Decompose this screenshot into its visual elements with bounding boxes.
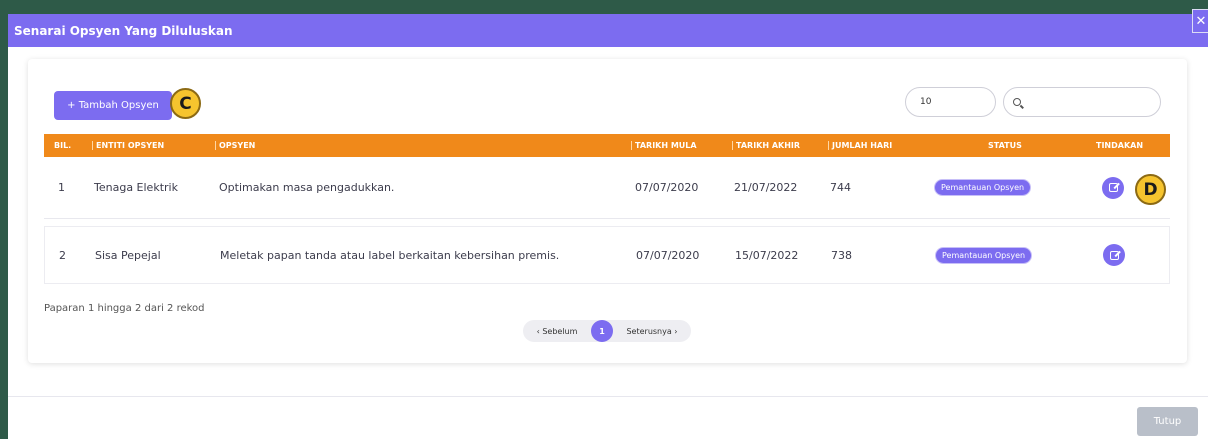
modal-title: Senarai Opsyen Yang Diluluskan	[14, 23, 233, 38]
edit-icon	[1109, 250, 1119, 260]
column-header-opsyen[interactable]: OPSYEN	[215, 134, 255, 157]
cell-jumlah-hari: 744	[830, 181, 851, 194]
cell-bil: 1	[58, 181, 65, 194]
next-page-button[interactable]: Seterusnya ›	[613, 327, 691, 336]
page-length-input[interactable]: 10	[905, 87, 996, 117]
cell-tarikh-akhir: 21/07/2022	[734, 181, 798, 194]
close-button[interactable]: Tutup	[1137, 407, 1198, 436]
column-header-tindakan: TINDAKAN	[1096, 141, 1144, 150]
table-row: 1 Tenaga Elektrik Optimakan masa pengadu…	[44, 157, 1170, 219]
pagination: ‹ Sebelum 1 Seterusnya ›	[523, 320, 691, 342]
table-header: BIL. ENTITI OPSYEN OPSYEN TARIKH MULA TA…	[44, 134, 1170, 157]
callout-c: C	[170, 88, 201, 119]
edit-button[interactable]	[1102, 176, 1124, 199]
callout-d: D	[1135, 174, 1166, 205]
add-option-button[interactable]: + Tambah Opsyen	[54, 91, 172, 120]
column-header-jumlah-hari[interactable]: JUMLAH HARI	[828, 134, 892, 157]
cell-entiti: Sisa Pepejal	[95, 248, 161, 262]
column-header-status[interactable]: STATUS	[988, 134, 1022, 157]
sort-icon	[215, 141, 216, 150]
modal: Senarai Opsyen Yang Diluluskan ✕ + Tamba…	[8, 9, 1208, 439]
sort-icon	[92, 141, 93, 150]
sort-icon	[828, 141, 829, 150]
table-row: 2 Sisa Pepejal Meletak papan tanda atau …	[44, 226, 1170, 284]
sort-icon	[732, 141, 733, 150]
cell-tarikh-mula: 07/07/2020	[636, 248, 700, 262]
modal-header: Senarai Opsyen Yang Diluluskan	[8, 14, 1208, 47]
status-badge: Pemantauan Opsyen	[935, 246, 1033, 264]
cell-tarikh-mula: 07/07/2020	[635, 181, 699, 194]
sort-icon	[631, 141, 632, 150]
cell-jumlah-hari: 738	[831, 248, 852, 262]
status-badge: Pemantauan Opsyen	[934, 179, 1032, 196]
search-icon	[1013, 98, 1021, 106]
list-card: + Tambah Opsyen C 10 BIL. ENTITI OPSYEN …	[28, 59, 1187, 363]
column-header-entiti[interactable]: ENTITI OPSYEN	[92, 134, 164, 157]
close-icon[interactable]: ✕	[1192, 9, 1208, 33]
edit-button[interactable]	[1103, 244, 1125, 266]
column-header-bil[interactable]: BIL.	[54, 134, 71, 157]
page-1-button[interactable]: 1	[591, 320, 613, 342]
cell-tarikh-akhir: 15/07/2022	[735, 248, 799, 262]
search-input[interactable]	[1003, 87, 1161, 117]
cell-opsyen: Optimakan masa pengadukkan.	[219, 181, 395, 194]
cell-opsyen: Meletak papan tanda atau label berkaitan…	[220, 248, 560, 262]
column-header-tarikh-akhir[interactable]: TARIKH AKHIR	[732, 134, 800, 157]
footer-divider	[8, 396, 1208, 397]
column-header-tarikh-mula[interactable]: TARIKH MULA	[631, 134, 697, 157]
table-info: Paparan 1 hingga 2 dari 2 rekod	[44, 303, 205, 314]
edit-icon	[1108, 183, 1118, 192]
cell-bil: 2	[59, 248, 66, 262]
cell-entiti: Tenaga Elektrik	[94, 181, 178, 194]
prev-page-button[interactable]: ‹ Sebelum	[523, 327, 591, 336]
